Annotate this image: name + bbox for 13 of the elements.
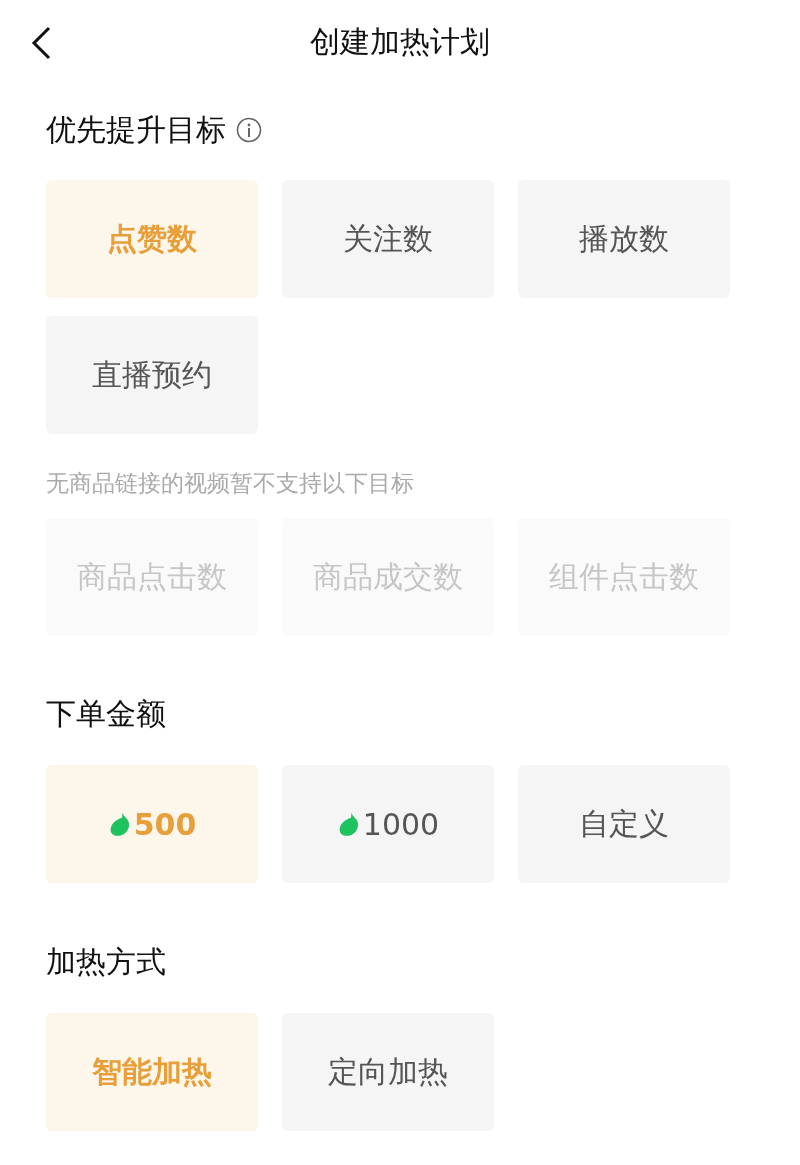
option-button[interactable]: 关注数	[282, 180, 494, 298]
option-button[interactable]: 直播预约	[46, 316, 258, 434]
back-icon[interactable]	[30, 26, 52, 60]
option-button[interactable]: 自定义	[518, 765, 730, 883]
section-title: 优先提升目标	[46, 111, 226, 149]
option-button[interactable]: 播放数	[518, 180, 730, 298]
section-title: 加热方式	[46, 943, 166, 981]
page-title: 创建加热计划	[310, 23, 490, 61]
info-icon[interactable]	[236, 117, 262, 143]
section-title: 下单金额	[46, 695, 166, 733]
option-button[interactable]: 1000	[282, 765, 494, 883]
option-button[interactable]: 定向加热	[282, 1013, 494, 1131]
hint-text: 无商品链接的视频暂不支持以下目标	[46, 469, 415, 498]
